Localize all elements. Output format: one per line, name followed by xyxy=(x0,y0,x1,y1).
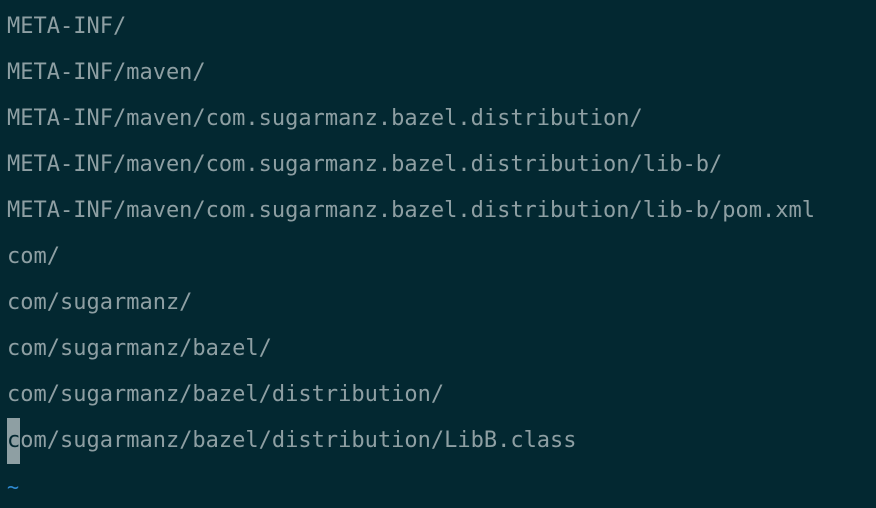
buffer-line-6[interactable]: com/ xyxy=(0,234,876,280)
buffer-line-4[interactable]: META-INF/maven/com.sugarmanz.bazel.distr… xyxy=(0,142,876,188)
buffer-line-5[interactable]: META-INF/maven/com.sugarmanz.bazel.distr… xyxy=(0,188,876,234)
current-line-text: om/sugarmanz/bazel/distribution/LibB.cla… xyxy=(20,428,577,453)
buffer-line-2[interactable]: META-INF/maven/ xyxy=(0,50,876,96)
empty-line-marker: ~ xyxy=(7,475,20,499)
buffer-line-8[interactable]: com/sugarmanz/bazel/ xyxy=(0,326,876,372)
terminal-buffer[interactable]: META-INF/ META-INF/maven/ META-INF/maven… xyxy=(0,0,876,508)
buffer-line-10-current[interactable]: com/sugarmanz/bazel/distribution/LibB.cl… xyxy=(0,418,876,464)
buffer-line-3[interactable]: META-INF/maven/com.sugarmanz.bazel.distr… xyxy=(0,96,876,142)
buffer-line-9[interactable]: com/sugarmanz/bazel/distribution/ xyxy=(0,372,876,418)
text-cursor: c xyxy=(7,418,21,464)
buffer-line-1[interactable]: META-INF/ xyxy=(0,4,876,50)
buffer-line-7[interactable]: com/sugarmanz/ xyxy=(0,280,876,326)
